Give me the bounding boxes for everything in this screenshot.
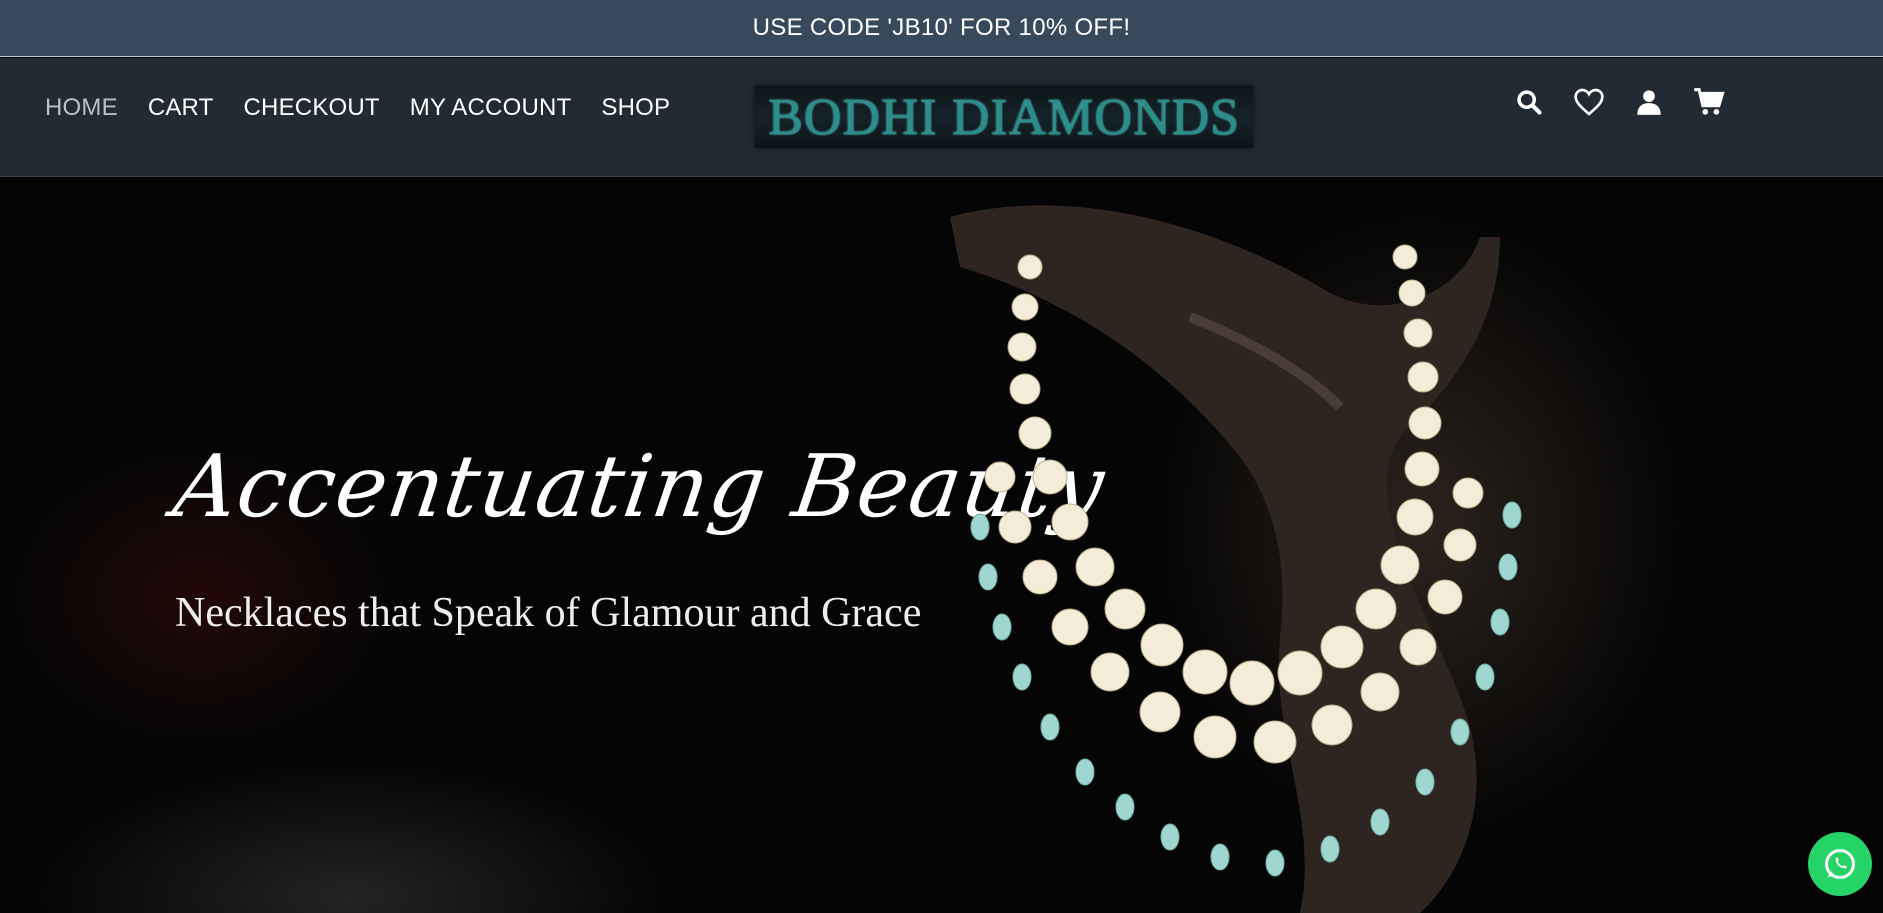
hero-subtitle: Necklaces that Speak of Glamour and Grac… <box>175 590 922 636</box>
nav-cart[interactable]: CART <box>148 94 214 122</box>
site-header: HOME CART CHECKOUT MY ACCOUNT SHOP BODHI… <box>0 58 1883 177</box>
logo-text: BODHI DIAMONDS <box>768 88 1240 146</box>
user-icon[interactable] <box>1633 86 1665 118</box>
whatsapp-icon <box>1825 849 1855 879</box>
heart-icon[interactable] <box>1573 86 1605 118</box>
necklace-image <box>950 205 1522 913</box>
whatsapp-button[interactable] <box>1808 832 1872 896</box>
promo-bar: USE CODE 'JB10' FOR 10% OFF! <box>0 0 1883 57</box>
promo-text: USE CODE 'JB10' FOR 10% OFF! <box>752 14 1131 41</box>
site-logo[interactable]: BODHI DIAMONDS <box>755 86 1253 148</box>
main-nav: HOME CART CHECKOUT MY ACCOUNT SHOP <box>45 94 670 122</box>
cart-icon[interactable] <box>1693 86 1725 118</box>
nav-checkout[interactable]: CHECKOUT <box>244 94 380 122</box>
header-icons <box>1513 86 1725 118</box>
search-icon[interactable] <box>1513 86 1545 118</box>
hero-banner[interactable]: Accentuating Beauty Necklaces that Speak… <box>0 177 1883 913</box>
nav-home[interactable]: HOME <box>45 94 118 122</box>
nav-shop[interactable]: SHOP <box>601 94 670 122</box>
nav-my-account[interactable]: MY ACCOUNT <box>410 94 572 122</box>
